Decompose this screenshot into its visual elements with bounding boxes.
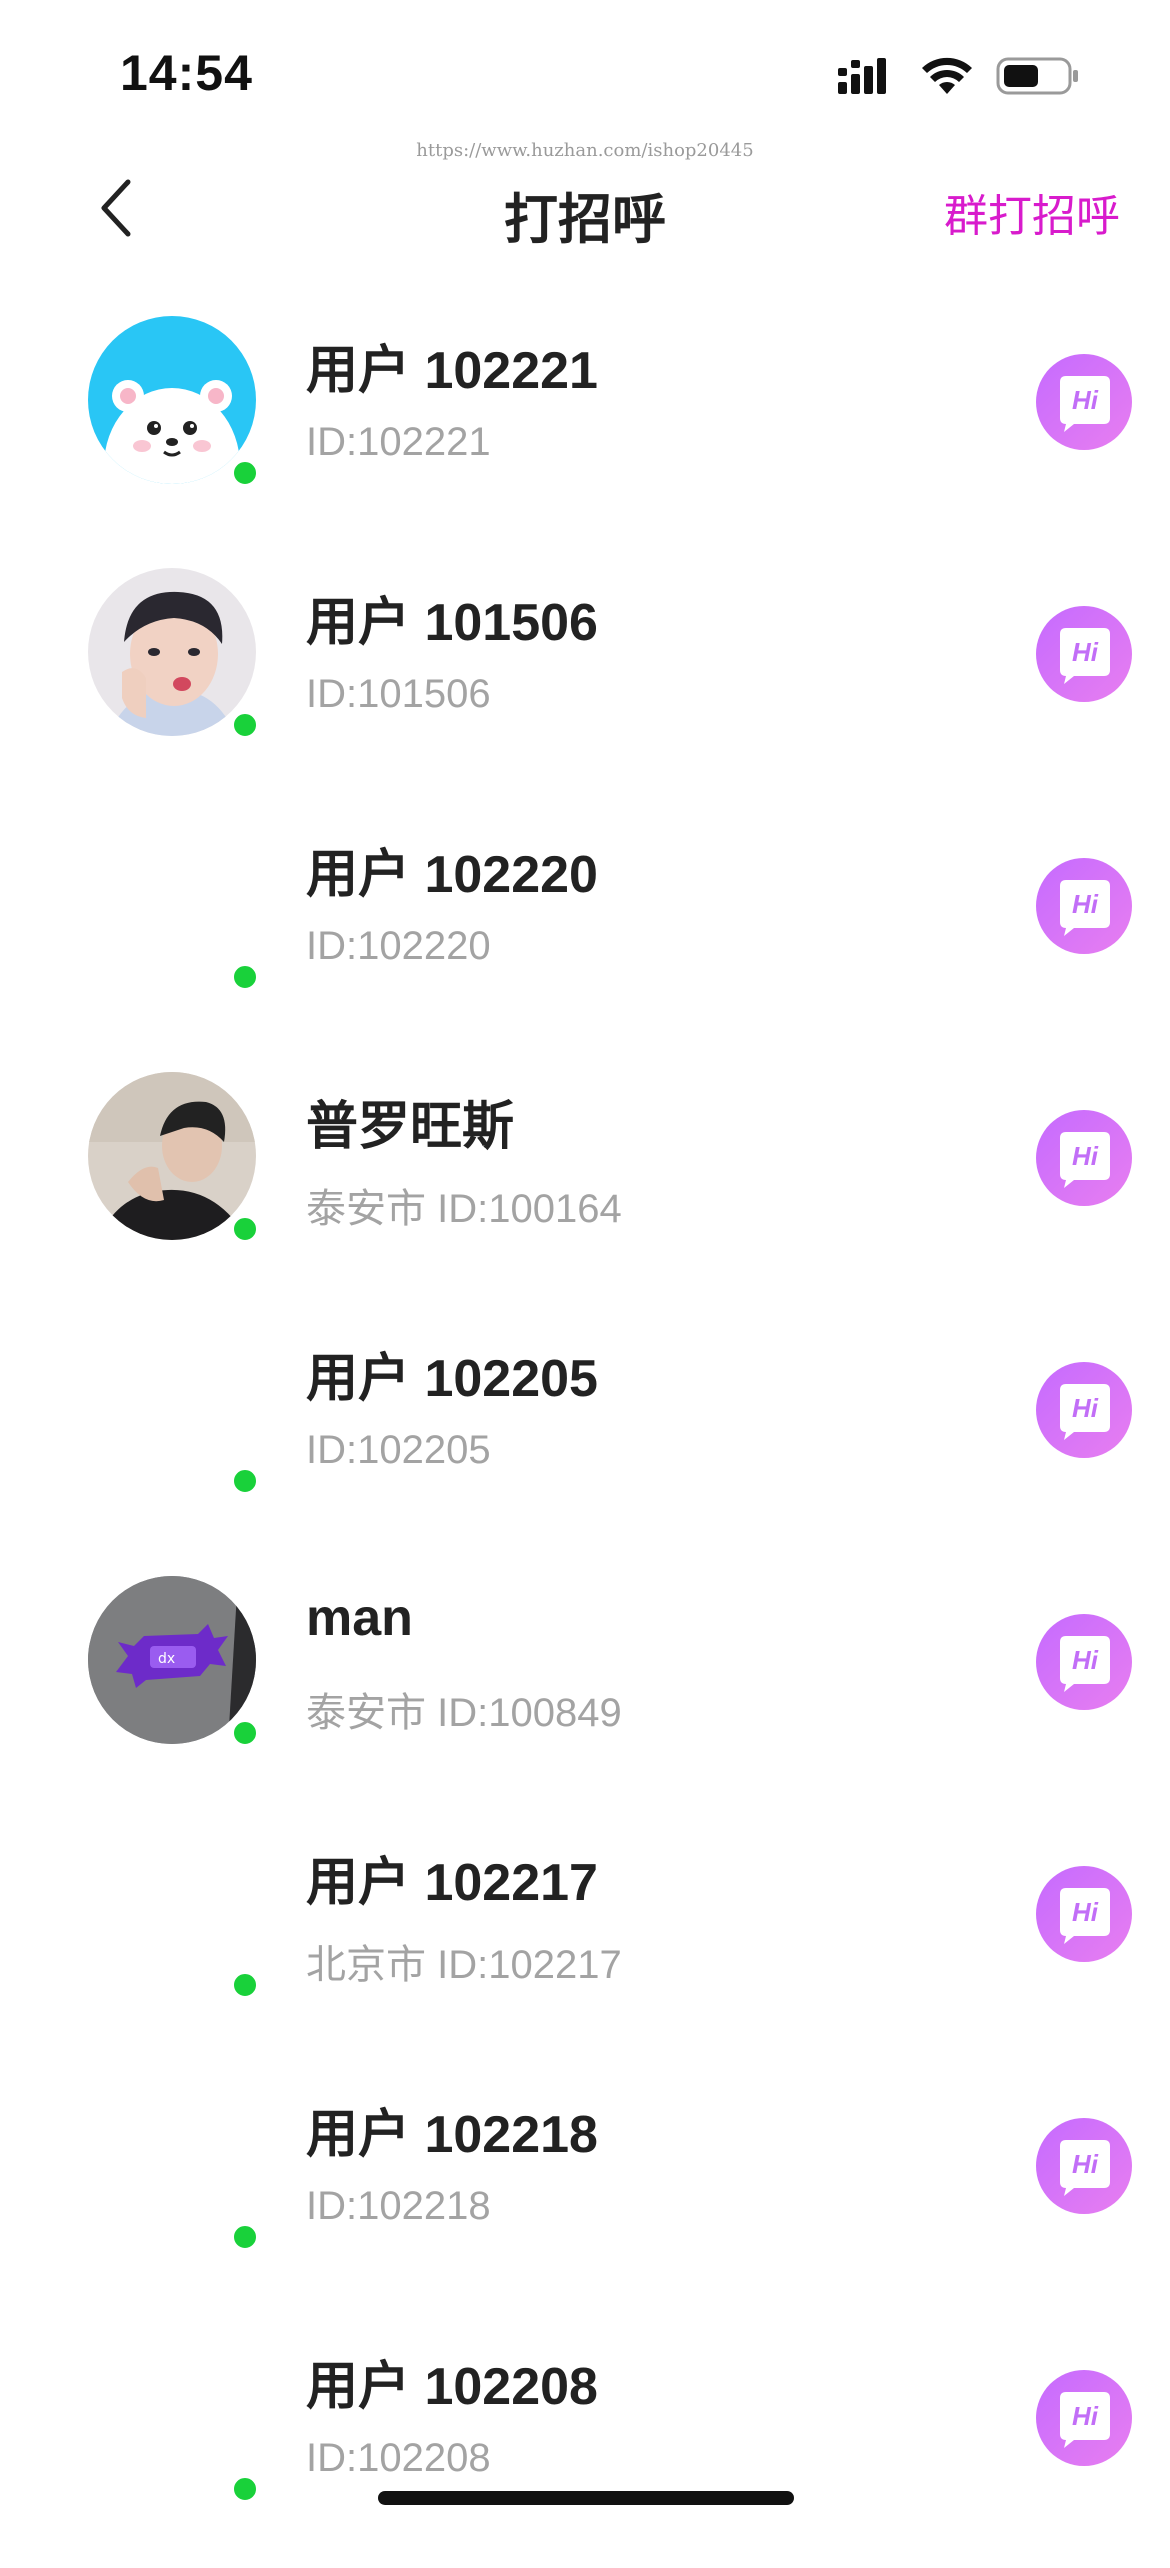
say-hi-button[interactable]: Hi: [1034, 1612, 1134, 1712]
hi-label: Hi: [1072, 1393, 1099, 1423]
say-hi-button[interactable]: Hi: [1034, 2368, 1134, 2468]
user-subtitle: ID:102208: [306, 2436, 491, 2480]
cellular-signal-icon: [838, 56, 898, 96]
user-name: 用户 102220: [306, 846, 598, 904]
hi-label: Hi: [1072, 2149, 1099, 2179]
user-subtitle: ID:101506: [306, 672, 491, 716]
user-subtitle: 北京市 ID:102217: [306, 1943, 622, 1987]
avatar[interactable]: [88, 568, 260, 740]
say-hi-button[interactable]: Hi: [1034, 2116, 1134, 2216]
avatar-image: [88, 1828, 256, 1996]
online-status-dot: [230, 1970, 260, 2000]
home-indicator: [378, 2491, 794, 2505]
chevron-left-icon: [96, 178, 136, 243]
hi-chat-icon: Hi: [1034, 352, 1134, 452]
group-greet-button[interactable]: 群打招呼: [944, 180, 1120, 244]
status-bar: 14:54: [0, 0, 1170, 150]
user-name: 用户 102217: [306, 1854, 598, 1912]
avatar[interactable]: [88, 316, 260, 488]
avatar[interactable]: [88, 820, 260, 992]
avatar-image: [88, 1324, 256, 1492]
user-row[interactable]: dx man 泰安市 ID:100849 Hi: [0, 1560, 1170, 1812]
avatar-image: [88, 568, 256, 736]
say-hi-button[interactable]: Hi: [1034, 1360, 1134, 1460]
hi-label: Hi: [1072, 889, 1099, 919]
user-subtitle: ID:102218: [306, 2184, 491, 2228]
avatar-image: [88, 2332, 256, 2500]
avatar-image: [88, 1072, 256, 1240]
online-status-dot: [230, 962, 260, 992]
status-icons: [838, 52, 1080, 100]
avatar[interactable]: [88, 2080, 260, 2252]
online-status-dot: [230, 2474, 260, 2504]
say-hi-button[interactable]: Hi: [1034, 856, 1134, 956]
user-row[interactable]: 用户 102208 ID:102208 Hi: [0, 2316, 1170, 2568]
user-subtitle: ID:102220: [306, 924, 491, 968]
user-name: 用户 102205: [306, 1350, 598, 1408]
hi-chat-icon: Hi: [1034, 1864, 1134, 1964]
hi-label: Hi: [1072, 1897, 1099, 1927]
avatar[interactable]: [88, 1828, 260, 2000]
user-name: 普罗旺斯: [306, 1098, 515, 1156]
user-row[interactable]: 用户 102220 ID:102220 Hi: [0, 804, 1170, 1056]
user-name: 用户 102208: [306, 2358, 598, 2416]
hi-label: Hi: [1072, 1141, 1099, 1171]
user-subtitle: ID:102221: [306, 420, 491, 464]
hi-chat-icon: Hi: [1034, 2116, 1134, 2216]
avatar[interactable]: [88, 1324, 260, 1496]
avatar-image: [88, 820, 256, 988]
avatar-image: dx: [88, 1576, 256, 1744]
online-status-dot: [230, 1718, 260, 1748]
battery-icon: [996, 56, 1080, 96]
hi-chat-icon: Hi: [1034, 2368, 1134, 2468]
hi-label: Hi: [1072, 385, 1099, 415]
hi-chat-icon: Hi: [1034, 1108, 1134, 1208]
nav-bar: 打招呼 群打招呼: [0, 150, 1170, 270]
avatar-image: [88, 316, 256, 484]
avatar-image: [88, 2080, 256, 2248]
avatar[interactable]: dx: [88, 1576, 260, 1748]
user-name: 用户 102221: [306, 342, 598, 400]
say-hi-button[interactable]: Hi: [1034, 1864, 1134, 1964]
hi-label: Hi: [1072, 1645, 1099, 1675]
hi-chat-icon: Hi: [1034, 604, 1134, 704]
online-status-dot: [230, 710, 260, 740]
status-time: 14:54: [120, 45, 253, 101]
user-list: 用户 102221 ID:102221 Hi 用户 101506 ID:101506 Hi…: [0, 300, 1170, 2568]
online-status-dot: [230, 2222, 260, 2252]
avatar[interactable]: [88, 2332, 260, 2504]
hi-chat-icon: Hi: [1034, 1612, 1134, 1712]
say-hi-button[interactable]: Hi: [1034, 604, 1134, 704]
user-name: 用户 102218: [306, 2106, 598, 2164]
user-row[interactable]: 普罗旺斯泰安市 ID:100164 Hi: [0, 1056, 1170, 1308]
online-status-dot: [230, 1466, 260, 1496]
say-hi-button[interactable]: Hi: [1034, 352, 1134, 452]
user-subtitle: 泰安市 ID:100849: [306, 1691, 622, 1735]
avatar[interactable]: [88, 1072, 260, 1244]
online-status-dot: [230, 1214, 260, 1244]
user-row[interactable]: 用户 102217 北京市 ID:102217 Hi: [0, 1812, 1170, 2064]
back-button[interactable]: [76, 170, 156, 250]
hi-label: Hi: [1072, 637, 1099, 667]
hi-label: Hi: [1072, 2401, 1099, 2431]
svg-text:dx: dx: [158, 1651, 175, 1667]
user-subtitle: 泰安市 ID:100164: [306, 1187, 622, 1231]
user-row[interactable]: 用户 102221 ID:102221 Hi: [0, 300, 1170, 552]
hi-chat-icon: Hi: [1034, 856, 1134, 956]
say-hi-button[interactable]: Hi: [1034, 1108, 1134, 1208]
user-row[interactable]: 用户 102205 ID:102205 Hi: [0, 1308, 1170, 1560]
user-name: 用户 101506: [306, 594, 598, 652]
online-status-dot: [230, 458, 260, 488]
user-row[interactable]: 用户 102218 ID:102218 Hi: [0, 2064, 1170, 2316]
hi-chat-icon: Hi: [1034, 1360, 1134, 1460]
user-subtitle: ID:102205: [306, 1428, 491, 1472]
user-name: man: [306, 1589, 413, 1647]
user-row[interactable]: 用户 101506 ID:101506 Hi: [0, 552, 1170, 804]
wifi-icon: [920, 56, 974, 96]
